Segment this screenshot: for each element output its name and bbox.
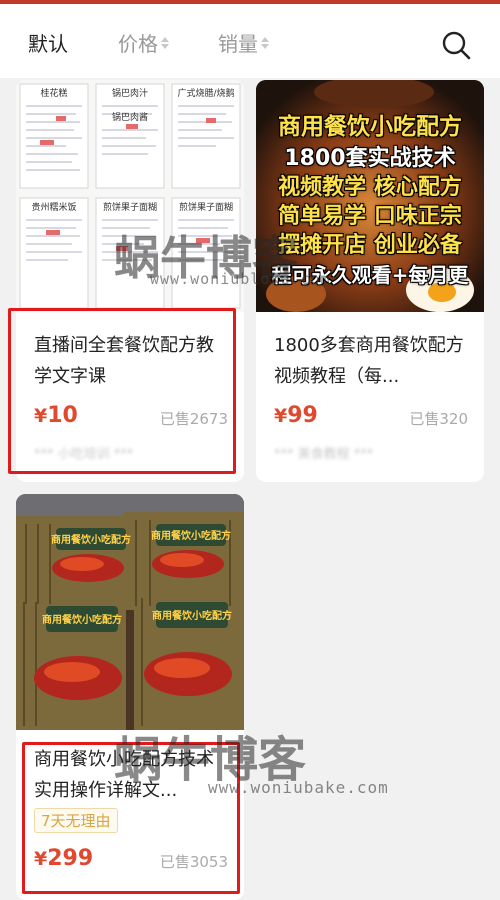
tab-default[interactable]: 默认 [28,28,68,57]
recipe-note-title: 锅巴肉汁 [112,87,148,99]
product-title: 1800多套商用餐饮配方视频教程（每... [274,335,464,387]
product-thumbnail: 桂花糕 锅巴肉汁 广式烧腊/烧鹅 锅巴肉酱 贵州糯米饭 煎饼果子面糊 煎饼果子面… [16,80,244,312]
poster-headline: 商用餐饮小吃配方 [278,114,462,140]
sort-bar: 默认 价格 销量 [0,0,500,78]
tab-sales-label: 销量 [218,32,258,56]
shop-name[interactable]: *** 小吃培训 *** [34,443,133,462]
search-icon [442,31,471,60]
price-value: 99 [287,403,318,428]
currency-symbol: ¥ [274,405,288,427]
product-thumbnail: 商用餐饮小吃配方 1800套实战技术 视频教学 核心配方 简单易学 口味正宗 摆… [256,80,484,312]
shop-name[interactable]: *** 美食教程 *** [274,443,373,462]
tab-default-label: 默认 [28,32,68,56]
tab-price[interactable]: 价格 [118,28,169,57]
book-cover-title: 商用餐饮小吃配方 [42,613,122,626]
product-price: ¥99 [274,403,318,428]
sold-count: 已售3053 [159,853,228,871]
product-thumbnail: 商用餐饮小吃配方 商用餐饮小吃配方 商用餐饮小吃配方 商用餐饮小吃配方 [16,494,244,730]
book-cover-title: 商用餐饮小吃配方 [152,609,232,622]
book-cover-title: 商用餐饮小吃配方 [51,533,131,546]
sold-count: 已售320 [409,410,468,428]
price-value: 10 [47,403,78,428]
recipe-note-title: 桂花糕 [40,87,67,99]
tab-price-label: 价格 [118,32,158,56]
currency-symbol: ¥ [34,848,48,870]
return-policy-tag: 7天无理由 [34,808,118,833]
recipe-note-title: 贵州糯米饭 [31,201,76,213]
poster-line: 摆摊开店 创业必备 [278,233,462,258]
sort-arrows-icon [161,36,169,50]
recipe-note-title: 煎饼果子面糊 [103,201,157,213]
poster-line: 视频教学 核心配方 [278,175,462,200]
poster-line: 程可永久观看+每月更 [271,263,469,287]
recipe-note-title: 煎饼果子面糊 [179,201,233,213]
poster-line: 1800套实战技术 [284,146,456,171]
product-title: 直播间全套餐饮配方教学文字课 [34,335,214,387]
product-title: 商用餐饮小吃配方技术实用操作详解文... [34,749,214,801]
product-price: ¥299 [34,846,93,871]
recipe-note-title: 锅巴肉酱 [112,111,148,123]
currency-symbol: ¥ [34,405,48,427]
price-value: 299 [47,846,94,871]
tab-sales[interactable]: 销量 [218,28,269,57]
sort-arrows-icon [261,36,269,50]
product-card[interactable]: 桂花糕 锅巴肉汁 广式烧腊/烧鹅 锅巴肉酱 贵州糯米饭 煎饼果子面糊 煎饼果子面… [16,80,244,482]
product-card[interactable]: 商用餐饮小吃配方 商用餐饮小吃配方 商用餐饮小吃配方 商用餐饮小吃配方 商用餐饮… [16,494,244,900]
product-price: ¥10 [34,403,78,428]
recipe-note-title: 广式烧腊/烧鹅 [177,87,234,99]
product-card[interactable]: 商用餐饮小吃配方 1800套实战技术 视频教学 核心配方 简单易学 口味正宗 摆… [256,80,484,482]
search-button[interactable] [438,28,474,64]
book-cover-title: 商用餐饮小吃配方 [151,529,231,542]
poster-line: 简单易学 口味正宗 [278,204,462,229]
sold-count: 已售2673 [159,410,228,428]
